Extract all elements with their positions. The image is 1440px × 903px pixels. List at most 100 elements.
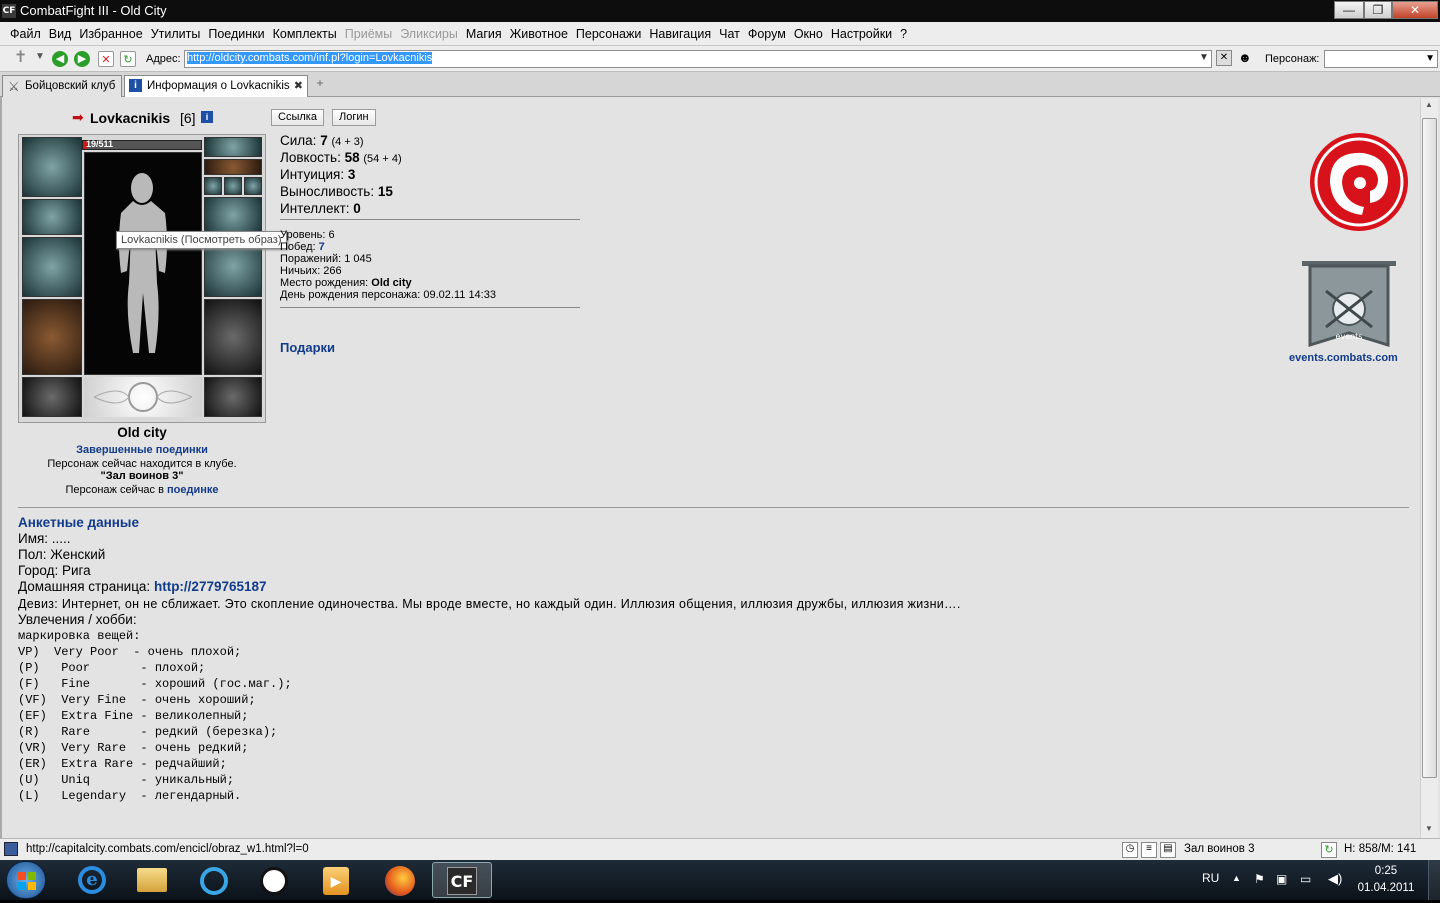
- refresh-icon[interactable]: ↻: [120, 51, 136, 67]
- menu-item[interactable]: Магия: [466, 27, 502, 41]
- media-taskbar-button[interactable]: ▶: [306, 862, 366, 898]
- close-button[interactable]: ✕: [1392, 1, 1438, 19]
- character-image[interactable]: [84, 152, 202, 375]
- clock-icon[interactable]: ◷: [1122, 842, 1138, 858]
- stat-label: Выносливость:: [280, 184, 375, 199]
- helmet-slot[interactable]: [22, 137, 82, 197]
- amulet-slot[interactable]: [204, 159, 262, 175]
- menu-item[interactable]: Окно: [794, 27, 823, 41]
- menu-item[interactable]: Комплекты: [273, 27, 337, 41]
- weapon-slot[interactable]: [22, 237, 82, 297]
- boots-slot[interactable]: [204, 377, 262, 417]
- notes-icon[interactable]: ▤: [1160, 842, 1176, 858]
- character-select[interactable]: ▼: [1324, 50, 1438, 68]
- qip-taskbar-button[interactable]: [184, 862, 244, 898]
- tray-date[interactable]: 01.04.2011: [1354, 882, 1418, 894]
- address-input[interactable]: http://oldcity.combats.com/inf.pl?login=…: [184, 50, 1212, 68]
- stop-icon[interactable]: ✕: [98, 51, 114, 67]
- draws-line: Ничьих: 266: [280, 265, 342, 277]
- gloves-slot[interactable]: [204, 197, 262, 233]
- back-icon[interactable]: ◀: [52, 51, 68, 67]
- show-desktop-button[interactable]: [1428, 860, 1440, 900]
- clipboard-icon[interactable]: ▣: [1276, 872, 1287, 886]
- tab-close-icon[interactable]: ✖: [294, 79, 303, 92]
- ring1-slot[interactable]: [204, 177, 222, 195]
- explorer-taskbar-button[interactable]: [122, 862, 182, 898]
- menu-item[interactable]: Утилиты: [151, 27, 201, 41]
- language-indicator[interactable]: RU: [1202, 871, 1219, 885]
- menu-item[interactable]: Поединки: [208, 27, 264, 41]
- combatfight-taskbar-button[interactable]: CF: [432, 862, 492, 898]
- tray-expand-icon[interactable]: ▲: [1232, 873, 1241, 883]
- stat-row: Ловкость: 58 (54 + 4): [280, 150, 402, 167]
- list-icon[interactable]: ≡: [1141, 842, 1157, 858]
- dropdown-arrow-icon[interactable]: ▼: [35, 51, 45, 62]
- anketa-title[interactable]: Анкетные данные: [18, 515, 139, 531]
- start-button[interactable]: [6, 861, 46, 899]
- finished-fights-link[interactable]: Завершенные поединки: [18, 444, 266, 456]
- gifts-link[interactable]: Подарки: [280, 340, 335, 355]
- flag-icon[interactable]: ⚑: [1254, 872, 1265, 886]
- fight-link[interactable]: поединке: [167, 484, 219, 496]
- belt-slot[interactable]: [22, 377, 82, 417]
- scroll-down-icon[interactable]: ▼: [1425, 824, 1433, 833]
- address-dropdown-icon[interactable]: ▼: [1199, 52, 1209, 63]
- clan-emblem[interactable]: [1308, 131, 1410, 233]
- menu-item[interactable]: Избранное: [79, 27, 142, 41]
- grade-line: (VF) Very Fine - очень хороший;: [18, 693, 256, 707]
- menu-item[interactable]: Файл: [10, 27, 41, 41]
- homepage-link[interactable]: http://2779765187: [154, 579, 267, 594]
- menu-item[interactable]: Навигация: [649, 27, 711, 41]
- scroll-up-icon[interactable]: ▲: [1425, 100, 1433, 109]
- ring2-slot[interactable]: [224, 177, 242, 195]
- link-button[interactable]: Ссылка: [271, 109, 324, 126]
- menu-item[interactable]: ?: [900, 27, 907, 41]
- tab-label: Бойцовский клуб: [25, 80, 116, 92]
- info-icon[interactable]: i: [201, 111, 213, 123]
- clear-icon[interactable]: ✕: [1216, 50, 1232, 66]
- network-icon[interactable]: ▭: [1300, 872, 1311, 886]
- armor-slot[interactable]: [22, 299, 82, 375]
- volume-icon[interactable]: ◀): [1328, 871, 1342, 887]
- bracers-slot[interactable]: [22, 199, 82, 235]
- menu-item[interactable]: Вид: [49, 27, 72, 41]
- events-banner[interactable]: events: [1300, 257, 1398, 357]
- menu-item[interactable]: Персонажи: [576, 27, 641, 41]
- ring3-slot[interactable]: [244, 177, 262, 195]
- menu-item[interactable]: Чат: [719, 27, 740, 41]
- stat-row: Выносливость: 15: [280, 184, 402, 201]
- maximize-button[interactable]: ❐: [1364, 1, 1392, 19]
- legs-slot[interactable]: [204, 299, 262, 375]
- character-dropdown-icon: ▼: [1425, 53, 1435, 64]
- menu-item[interactable]: Животное: [510, 27, 568, 41]
- login-button[interactable]: Логин: [332, 109, 376, 126]
- menu-item[interactable]: Форум: [748, 27, 786, 41]
- pin-icon[interactable]: ✝: [14, 50, 30, 68]
- masks-icon[interactable]: ☻: [1238, 50, 1256, 66]
- divider: [280, 219, 580, 220]
- location-text: Персонаж сейчас находится в клубе.: [47, 458, 237, 470]
- menu-item[interactable]: Эликсиры: [400, 27, 458, 41]
- minimize-button[interactable]: —: [1334, 1, 1364, 19]
- refresh-hp-icon[interactable]: ↻: [1321, 842, 1337, 858]
- new-tab-icon[interactable]: +: [312, 76, 328, 94]
- earrings-slot[interactable]: [204, 137, 262, 157]
- scroll-thumb[interactable]: [1422, 118, 1437, 778]
- events-link[interactable]: events.combats.com: [1289, 352, 1398, 364]
- level-value: 6: [328, 229, 335, 241]
- stats-block: Сила: 7 (4 + 3) Ловкость: 58 (54 + 4) Инту…: [280, 133, 402, 218]
- address-url: http://oldcity.combats.com/inf.pl?login=…: [187, 52, 433, 64]
- vertical-scrollbar[interactable]: ▲ ▼: [1420, 98, 1438, 838]
- panda-taskbar-button[interactable]: [244, 862, 304, 898]
- panda-icon: [260, 867, 288, 895]
- firefox-taskbar-button[interactable]: [370, 862, 430, 898]
- tab-label: Информация о Lovkacnikis: [147, 80, 290, 92]
- wins-link[interactable]: 7: [319, 241, 325, 253]
- forward-icon[interactable]: ▶: [74, 51, 90, 67]
- ie-taskbar-button[interactable]: e: [62, 862, 122, 898]
- menu-item[interactable]: Приёмы: [345, 27, 392, 41]
- menu-item[interactable]: Настройки: [831, 27, 892, 41]
- tray-time[interactable]: 0:25: [1354, 865, 1418, 877]
- tab-character-info[interactable]: i Информация о Lovkacnikis ✖: [124, 75, 308, 98]
- tab-fight-club[interactable]: ⚔ Бойцовский клуб: [2, 75, 122, 97]
